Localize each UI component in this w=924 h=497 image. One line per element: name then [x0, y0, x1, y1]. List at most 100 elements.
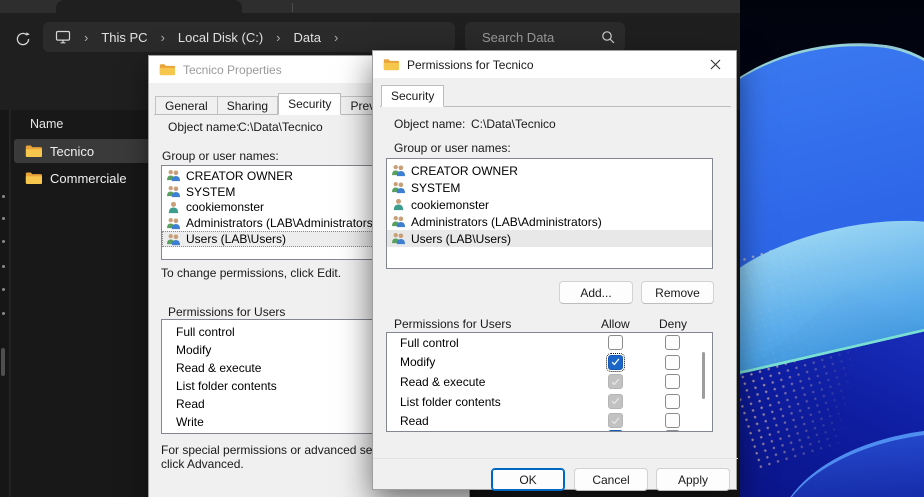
tab-general[interactable]: General — [155, 96, 218, 115]
group-item-selected[interactable]: Users (LAB\Users) — [387, 230, 712, 247]
group-list-label: Group or user names: — [394, 141, 511, 155]
chevron-right-icon: › — [334, 30, 338, 45]
users-group-icon — [391, 215, 406, 228]
tab-security[interactable]: Security — [278, 93, 341, 115]
permission-name: Read & execute — [400, 375, 485, 389]
check-icon — [611, 417, 620, 425]
nav-item-dot — [2, 195, 5, 198]
deny-checkbox-list-folder[interactable] — [665, 394, 680, 409]
permissions-checkbox-list: Full control Modify Read & execute List — [386, 332, 713, 432]
desktop-wallpaper — [737, 0, 924, 497]
permission-row-partial — [387, 428, 712, 432]
search-input[interactable]: Search Data — [465, 22, 625, 52]
users-group-icon — [391, 164, 406, 177]
nav-item-dot — [2, 240, 5, 243]
breadcrumb-data[interactable]: Data — [294, 30, 321, 45]
folder-icon — [25, 171, 42, 185]
group-item[interactable]: cookiemonster — [387, 196, 712, 213]
folder-icon — [25, 144, 42, 158]
group-item[interactable]: SYSTEM — [387, 179, 712, 196]
apply-button[interactable]: Apply — [656, 468, 730, 491]
nav-item-dot — [2, 312, 5, 315]
deny-checkbox-read-execute[interactable] — [665, 374, 680, 389]
permission-row-full-control: Full control — [387, 333, 712, 353]
folder-icon — [159, 63, 175, 76]
deny-checkbox-modify[interactable] — [665, 355, 680, 370]
object-name-label: Object name: — [394, 117, 465, 131]
tab-security[interactable]: Security — [381, 85, 444, 107]
group-item[interactable]: Administrators (LAB\Administrators) — [387, 213, 712, 230]
permission-name: List folder contents — [176, 379, 277, 393]
group-item-label: SYSTEM — [186, 185, 235, 199]
name-column-header[interactable]: Name — [30, 117, 63, 131]
group-list-label: Group or user names: — [162, 149, 279, 163]
group-item-label: CREATOR OWNER — [186, 169, 293, 183]
folder-icon — [383, 58, 399, 71]
deny-checkbox-partial[interactable] — [665, 430, 680, 432]
object-name-label: Object name: — [168, 120, 239, 134]
permission-name: Full control — [176, 325, 235, 339]
permissions-label: Permissions for Users — [168, 305, 285, 319]
nav-scrollbar-thumb[interactable] — [1, 348, 5, 376]
refresh-icon — [15, 31, 31, 47]
check-icon — [611, 378, 620, 386]
explorer-tab-strip — [0, 0, 740, 13]
deny-checkbox-read[interactable] — [665, 413, 680, 428]
add-button[interactable]: Add... — [559, 281, 633, 304]
this-pc-icon — [55, 30, 71, 44]
check-icon — [611, 397, 620, 405]
tab-sharing[interactable]: Sharing — [218, 96, 278, 115]
group-item-label: CREATOR OWNER — [411, 164, 518, 178]
refresh-button[interactable] — [11, 27, 35, 51]
permissions-scrollbar-thumb[interactable] — [702, 352, 705, 399]
check-icon — [611, 358, 620, 366]
navigation-pane-edge — [0, 110, 10, 497]
permissions-label: Permissions for Users — [394, 317, 511, 331]
allow-checkbox-modify[interactable] — [608, 355, 623, 370]
users-group-icon — [166, 217, 181, 230]
group-item-label: cookiemonster — [411, 198, 489, 212]
permission-name: Modify — [176, 343, 211, 357]
permission-name: List folder contents — [400, 395, 501, 409]
ok-button[interactable]: OK — [491, 468, 565, 491]
allow-checkbox-read[interactable] — [608, 413, 623, 428]
desktop: › This PC › Local Disk (C:) › Data › Sea… — [0, 0, 924, 497]
close-button[interactable] — [700, 54, 730, 75]
remove-button[interactable]: Remove — [641, 281, 714, 304]
chevron-right-icon: › — [276, 30, 280, 45]
permission-name: Read — [176, 397, 205, 411]
permission-row-read-execute: Read & execute — [387, 372, 712, 392]
permission-row-modify: Modify — [387, 353, 712, 373]
group-item-label: SYSTEM — [411, 181, 460, 195]
allow-checkbox-full-control[interactable] — [608, 335, 623, 350]
breadcrumb-this-pc[interactable]: This PC — [101, 30, 147, 45]
dialog-title: Tecnico Properties — [183, 63, 282, 77]
allow-checkbox-list-folder[interactable] — [608, 394, 623, 409]
breadcrumb-local-disk[interactable]: Local Disk (C:) — [178, 30, 263, 45]
single-user-icon — [391, 198, 406, 211]
dialog-title: Permissions for Tecnico — [407, 58, 534, 72]
folder-name: Tecnico — [50, 144, 94, 159]
group-item-label: cookiemonster — [186, 200, 264, 214]
close-icon — [710, 59, 721, 70]
single-user-icon — [166, 201, 181, 214]
group-item[interactable]: CREATOR OWNER — [387, 162, 712, 179]
cancel-button[interactable]: Cancel — [574, 468, 648, 491]
object-name-value: C:\Data\Tecnico — [471, 117, 556, 131]
explorer-active-tab[interactable] — [56, 0, 242, 13]
allow-checkbox-partial[interactable] — [608, 430, 623, 432]
chevron-right-icon: › — [161, 30, 165, 45]
folder-name: Commerciale — [50, 171, 127, 186]
permission-row-list-folder: List folder contents — [387, 392, 712, 412]
breadcrumb[interactable]: › This PC › Local Disk (C:) › Data › — [43, 22, 455, 52]
users-group-icon — [166, 169, 181, 182]
deny-checkbox-full-control[interactable] — [665, 335, 680, 350]
group-user-list: CREATOR OWNER SYSTEM cookiemonster Admin… — [386, 158, 713, 269]
users-group-icon — [391, 181, 406, 194]
edit-hint: To change permissions, click Edit. — [161, 266, 341, 280]
users-group-icon — [166, 185, 181, 198]
allow-checkbox-read-execute[interactable] — [608, 374, 623, 389]
users-group-icon — [391, 232, 406, 245]
deny-column-header: Deny — [659, 317, 687, 331]
permissions-dialog-titlebar: Permissions for Tecnico — [373, 51, 736, 78]
